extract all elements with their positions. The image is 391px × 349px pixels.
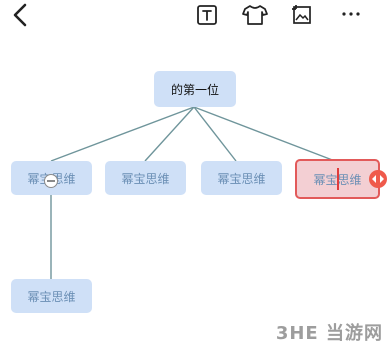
style-button[interactable]: [241, 3, 269, 27]
child-node-label: 幂宝思维: [121, 171, 170, 186]
child-node-label: 幂宝思维: [217, 171, 266, 186]
mindmap-child-node-3[interactable]: 幂宝思维: [201, 161, 282, 195]
arrows-left-right-icon: [372, 175, 384, 183]
chevron-left-icon: [13, 3, 27, 27]
shirt-icon: [242, 5, 268, 25]
back-button[interactable]: [8, 2, 34, 28]
collapse-branch-button[interactable]: [44, 174, 58, 188]
node-resize-handle[interactable]: [369, 170, 387, 188]
text-cursor: [337, 168, 339, 190]
mindmap-root-node[interactable]: 的第一位: [154, 71, 236, 107]
watermark-text: 3HE 当游网: [275, 323, 383, 344]
image-icon: [292, 5, 311, 24]
connector-root-child-3: [193, 106, 237, 162]
connector-root-child-2: [144, 106, 195, 162]
root-node-label: 的第一位: [170, 82, 219, 97]
mindmap-grandchild-node[interactable]: 幂宝思维: [11, 279, 92, 313]
mindmap-child-node-2[interactable]: 幂宝思维: [105, 161, 186, 195]
connector-root-child-1: [50, 106, 195, 162]
image-button[interactable]: [290, 3, 314, 27]
more-horizontal-icon: [342, 12, 360, 16]
connector-root-child-4: [193, 106, 336, 162]
more-button[interactable]: [340, 6, 362, 22]
text-box-icon: [197, 5, 217, 25]
grandchild-node-label: 幂宝思维: [27, 289, 76, 304]
watermark-logo: 3HE 当游网: [276, 319, 383, 345]
text-button[interactable]: [195, 3, 219, 27]
